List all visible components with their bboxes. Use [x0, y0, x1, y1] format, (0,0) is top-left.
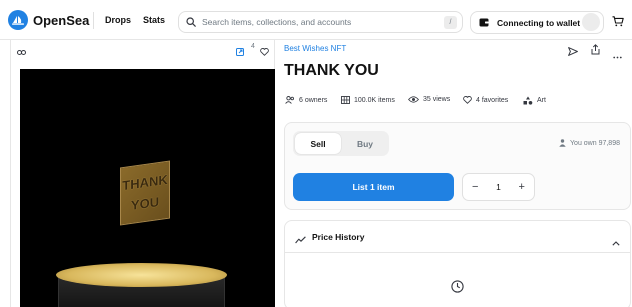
sell-buy-toggle: Sell Buy	[293, 131, 389, 156]
top-navbar: OpenSea Drops Stats / Connecting to wall…	[0, 0, 632, 40]
category-icon	[523, 96, 533, 105]
search-bar[interactable]: /	[178, 11, 463, 33]
owners-icon	[285, 96, 294, 104]
nav-divider	[93, 12, 94, 29]
quantity-value[interactable]: 1	[496, 182, 501, 192]
brand-name: OpenSea	[33, 12, 90, 28]
person-icon	[559, 139, 566, 147]
wallet-status-label: Connecting to wallet	[497, 17, 581, 28]
tab-buy[interactable]: Buy	[343, 133, 387, 154]
price-history-title: Price History	[312, 232, 365, 242]
artwork-toolbar: 4	[11, 40, 274, 56]
stat-favorites[interactable]: 4 favorites	[463, 96, 508, 104]
heart-icon	[463, 96, 472, 104]
nav-stats[interactable]: Stats	[143, 15, 165, 25]
chain-link-icon[interactable]	[17, 43, 26, 61]
trend-line-icon	[295, 231, 306, 249]
stat-owners[interactable]: 6 owners	[285, 96, 327, 104]
open-external-icon[interactable]	[236, 43, 244, 61]
price-history-header[interactable]: Price History	[285, 221, 630, 253]
favorite-heart-icon[interactable]	[260, 43, 269, 61]
chevron-up-icon[interactable]	[612, 233, 620, 251]
more-options-icon[interactable]	[613, 46, 622, 64]
profile-avatar[interactable]	[582, 13, 600, 31]
nav-drops[interactable]: Drops	[105, 15, 131, 25]
list-item-button[interactable]: List 1 item	[293, 173, 454, 201]
artwork-text-line-1: THANK	[122, 171, 168, 194]
eye-icon	[408, 96, 419, 103]
listing-card: Sell Buy You own 97,898 List 1 item − 1 …	[284, 122, 631, 210]
price-history-panel: Price History	[284, 220, 631, 307]
artwork-text-line-2: YOU	[130, 194, 160, 213]
thank-you-sign: THANK YOU	[120, 160, 170, 226]
nft-title: THANK YOU	[284, 62, 379, 79]
wallet-icon	[479, 18, 489, 27]
increment-button[interactable]: +	[519, 181, 525, 193]
clock-icon	[451, 280, 464, 298]
cart-icon[interactable]	[612, 14, 624, 32]
stat-items: 100.0K items	[341, 96, 395, 104]
search-icon	[186, 17, 196, 27]
ownership-info: You own 97,898	[559, 139, 620, 147]
tab-sell[interactable]: Sell	[295, 133, 341, 154]
collection-link[interactable]: Best Wishes NFT	[284, 44, 346, 53]
favorite-count: 4	[251, 43, 255, 50]
search-input[interactable]	[202, 17, 442, 27]
nft-artwork-image[interactable]: THANK YOU	[20, 69, 275, 307]
stat-views: 35 views	[408, 96, 450, 103]
opensea-logo[interactable]: OpenSea	[8, 10, 89, 30]
artwork-panel: 4 THANK YOU	[10, 40, 275, 307]
search-shortcut-key: /	[444, 16, 457, 29]
grid-icon	[341, 96, 350, 104]
opensea-logo-icon	[8, 10, 28, 30]
quantity-stepper: − 1 +	[462, 173, 535, 201]
share-icon[interactable]	[591, 42, 600, 60]
decrement-button[interactable]: −	[472, 181, 478, 193]
pedestal-top	[56, 263, 227, 287]
stat-category[interactable]: Art	[523, 96, 546, 105]
send-icon[interactable]	[568, 43, 578, 61]
